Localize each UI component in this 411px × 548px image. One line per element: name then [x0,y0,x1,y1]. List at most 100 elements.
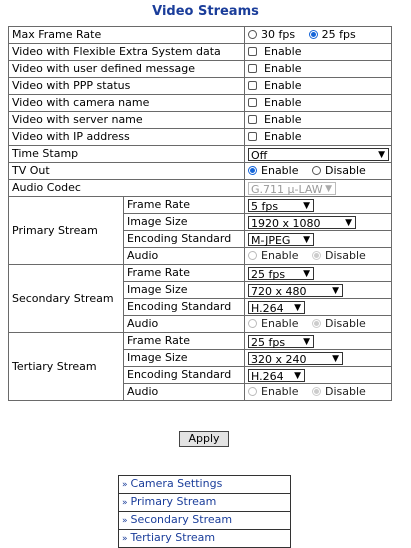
ppp-status-checkbox[interactable] [248,81,258,90]
checkbox-label: Enable [264,62,302,75]
sub-label: Image Size [122,349,246,367]
tertiary-frame-rate-select[interactable]: 25 fps ▼ [248,334,315,349]
sub-label: Audio [122,315,246,333]
tertiary-stream-label: Tertiary Stream [8,332,124,401]
link-primary-stream[interactable]: » Primary Stream [118,493,291,512]
sub-label: Image Size [122,281,246,299]
row-label: Audio Codec [7,179,246,197]
row-ip-address: Video with IP address Enable [7,128,393,146]
secondary-frame-rate-select[interactable]: 25 fps ▼ [248,266,315,281]
checkbox-label: Enable [264,96,302,109]
frame-rate-30-option[interactable]: 30 fps [248,28,295,41]
row-label: Time Stamp [7,145,246,163]
checkbox-label: Enable [264,130,302,143]
sub-label: Audio [122,247,246,265]
server-name-checkbox[interactable] [248,115,258,124]
secondary-image-size-select[interactable]: 720 x 480 ▼ [248,283,344,298]
chevron-down-icon: ▼ [303,268,311,279]
sub-label: Audio [122,383,246,401]
apply-button[interactable]: Apply [179,431,229,447]
sub-label: Image Size [122,213,246,231]
primary-frame-rate-select[interactable]: 5 fps ▼ [248,198,315,213]
row-audio-codec: Audio Codec G.711 μ-LAW ▼ [7,179,393,197]
checkbox-label: Enable [264,113,302,126]
row-server-name: Video with server name Enable [7,111,393,129]
quick-links: » Camera Settings » Primary Stream » Second… [118,475,291,548]
secondary-stream-label: Secondary Stream [8,264,124,333]
sub-label: Encoding Standard [122,230,246,248]
audio-codec-select: G.711 μ-LAW ▼ [248,181,337,196]
radio-30fps[interactable] [248,30,258,39]
row-label: TV Out [7,162,246,180]
double-chevron-right-icon: » [122,534,128,544]
row-ppp-status: Video with PPP status Enable [7,77,393,95]
page-title: Video Streams [152,4,259,19]
sub-label: Frame Rate [122,196,246,214]
camera-name-checkbox[interactable] [248,98,258,107]
checkbox-label: Enable [264,45,302,58]
radio-25fps[interactable] [308,30,318,39]
chevron-down-icon: ▼ [332,353,340,364]
chevron-down-icon: ▼ [303,234,311,245]
row-max-frame-rate: Max Frame Rate 30 fps 25 fps [7,26,393,44]
tertiary-audio-disable-option: Disable [311,385,366,398]
radio-secondary-audio-disable [311,319,321,328]
radio-secondary-audio-enable [248,319,258,328]
sub-label: Frame Rate [122,332,246,350]
row-label: Video with Flexible Extra System data [7,43,246,61]
sub-label: Frame Rate [122,264,246,282]
chevron-down-icon: ▼ [303,336,311,347]
time-stamp-select[interactable]: Off ▼ [248,147,390,162]
radio-tertiary-audio-disable [311,387,321,396]
link-secondary-stream[interactable]: » Secondary Stream [118,511,291,530]
tv-out-enable-option[interactable]: Enable [248,164,298,177]
checkbox-label: Enable [264,79,302,92]
secondary-frame-rate-row: Secondary Stream Frame Rate 25 fps ▼ [8,264,393,333]
tv-out-disable-option[interactable]: Disable [311,164,366,177]
row-flexible-extra: Video with Flexible Extra System data En… [7,43,393,61]
user-message-checkbox[interactable] [248,64,258,73]
double-chevron-right-icon: » [122,498,128,508]
radio-tv-enable[interactable] [248,166,258,175]
row-user-message: Video with user defined message Enable [7,60,393,78]
sub-label: Encoding Standard [122,366,246,384]
settings-table: Max Frame Rate 30 fps 25 fps Video with … [7,26,393,401]
tertiary-image-size-select[interactable]: 320 x 240 ▼ [248,351,344,366]
link-camera-settings[interactable]: » Camera Settings [118,475,291,494]
chevron-down-icon: ▼ [332,285,340,296]
row-label: Video with server name [7,111,246,129]
secondary-audio-enable-option: Enable [248,317,298,330]
chevron-down-icon: ▼ [303,200,311,211]
secondary-encoding-select[interactable]: H.264 ▼ [248,300,306,315]
tertiary-frame-rate-row: Tertiary Stream Frame Rate 25 fps ▼ [8,332,393,401]
sub-label: Encoding Standard [122,298,246,316]
primary-frame-rate-row: Primary Stream Frame Rate 5 fps ▼ [8,196,393,265]
double-chevron-right-icon: » [122,480,128,490]
primary-stream-label: Primary Stream [8,196,124,265]
radio-tertiary-audio-enable [248,387,258,396]
link-tertiary-stream[interactable]: » Tertiary Stream [118,529,291,548]
tertiary-audio-enable-option: Enable [248,385,298,398]
chevron-down-icon: ▼ [325,183,333,194]
tertiary-encoding-select[interactable]: H.264 ▼ [248,368,306,383]
row-camera-name: Video with camera name Enable [7,94,393,112]
radio-primary-audio-enable [248,251,258,260]
primary-encoding-select[interactable]: M-JPEG ▼ [248,232,315,247]
row-tv-out: TV Out Enable Disable [7,162,393,180]
row-label: Video with camera name [7,94,246,112]
row-label: Video with IP address [7,128,246,146]
double-chevron-right-icon: » [122,516,128,526]
frame-rate-25-option[interactable]: 25 fps [308,28,356,41]
radio-primary-audio-disable [311,251,321,260]
radio-tv-disable[interactable] [311,166,321,175]
primary-image-size-select[interactable]: 1920 x 1080 ▼ [248,215,357,230]
row-label: Video with user defined message [7,60,246,78]
primary-audio-disable-option: Disable [311,249,366,262]
chevron-down-icon: ▼ [294,302,302,313]
chevron-down-icon: ▼ [294,370,302,381]
primary-audio-enable-option: Enable [248,249,298,262]
flex-extra-checkbox[interactable] [248,47,258,56]
chevron-down-icon: ▼ [345,217,353,228]
ip-address-checkbox[interactable] [248,132,258,141]
row-label: Video with PPP status [7,77,246,95]
